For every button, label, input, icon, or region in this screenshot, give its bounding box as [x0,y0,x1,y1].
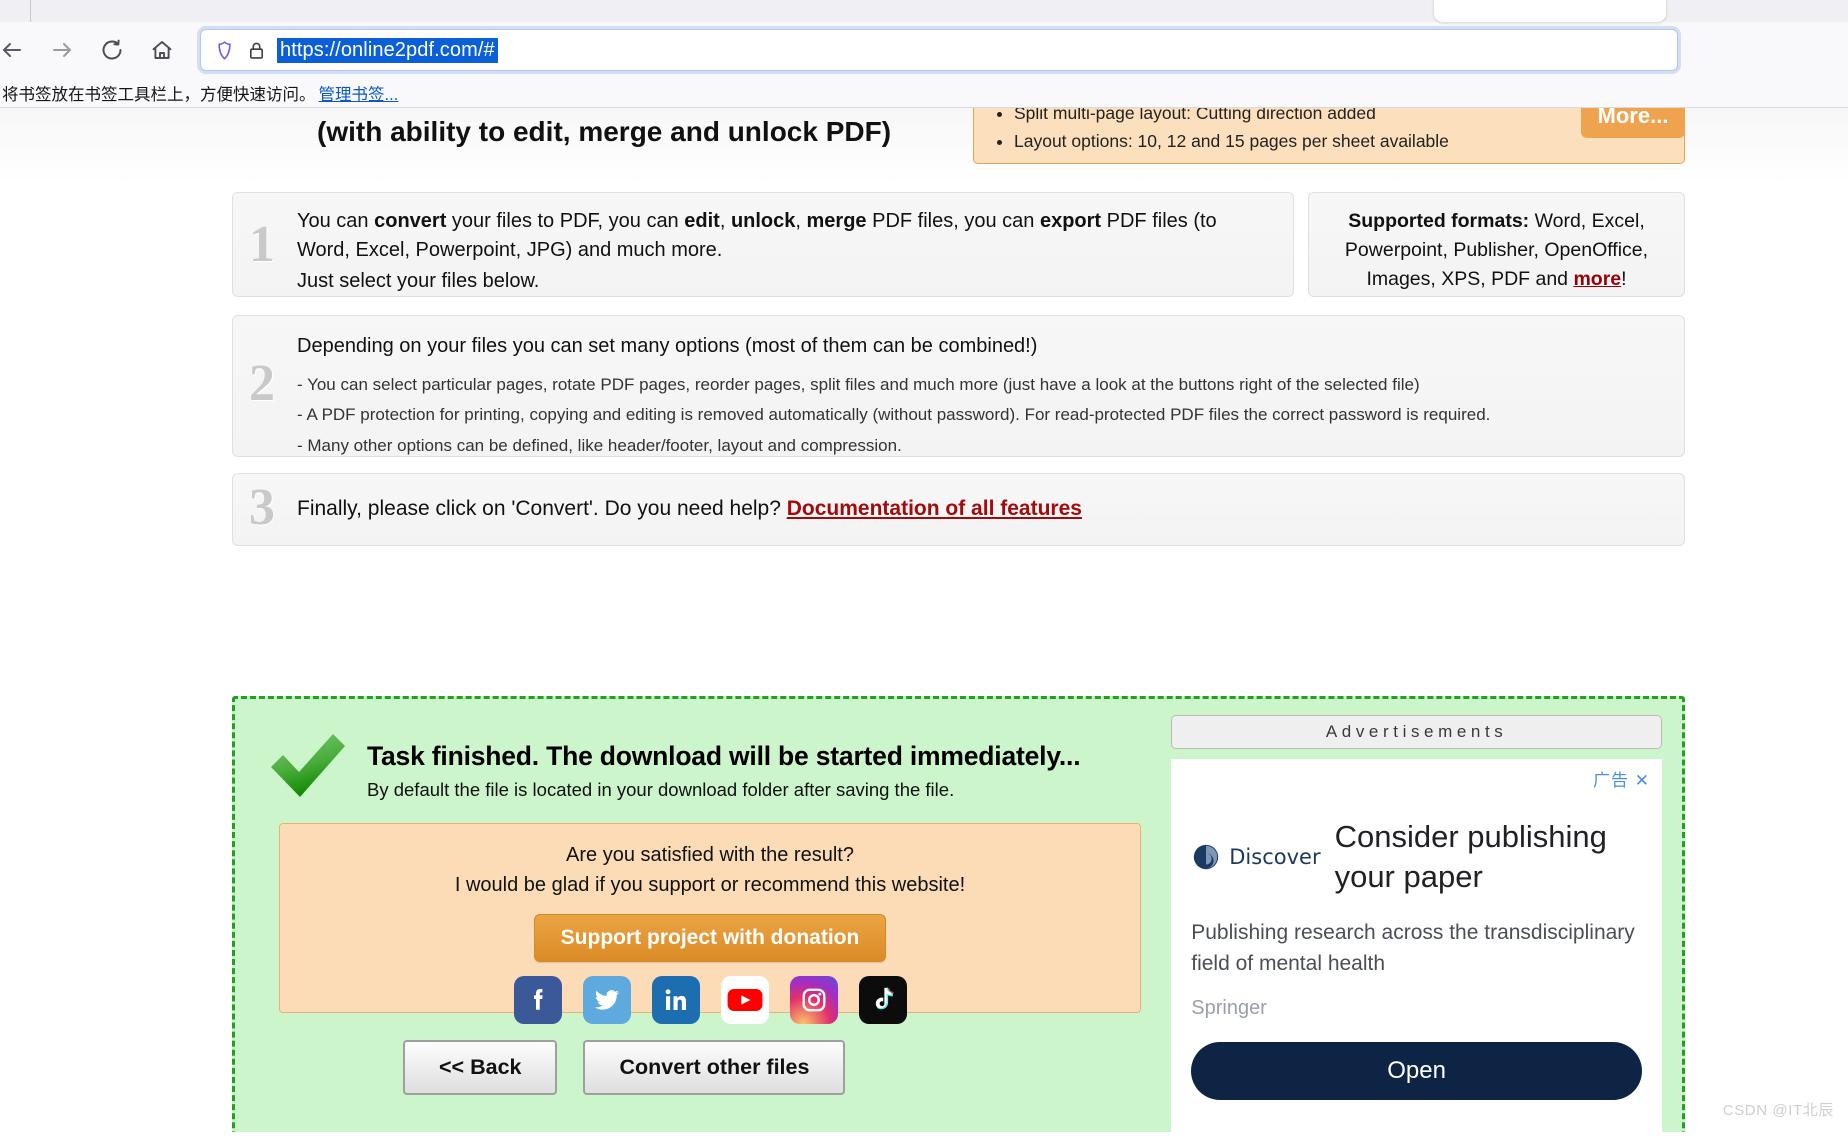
url-text[interactable]: https://online2pdf.com/# [277,37,498,63]
donation-question-2: I would be glad if you support or recomm… [454,874,966,896]
bookmark-note-text: 将书签放在书签工具栏上，方便快速访问。 [2,85,316,104]
step-3-number: 3 [249,479,275,536]
tab-divider [30,0,31,22]
browser-tab[interactable] [1434,0,1666,22]
watermark: CSDN @IT北辰 [1722,1102,1834,1119]
ad-open-button[interactable]: Open [1191,1042,1642,1101]
donation-question-1: Are you satisfied with the result? [566,844,854,866]
news-item: Split multi-page layout: Cutting directi… [1014,108,1668,127]
result-left-column: Task finished. The download will be star… [255,715,1143,1132]
step-2-bullet: - You can select particular pages, rotat… [297,375,1420,394]
forward-arrow-icon [53,43,71,57]
step-2-box: 2 Depending on your files you can set ma… [232,315,1685,457]
news-item: Layout options: 10, 12 and 15 pages per … [1014,127,1668,155]
result-button-row: << Back Convert other files [403,1040,846,1095]
support-donation-button[interactable]: Support project with donation [533,914,887,962]
page-title: (with ability to edit, merge and unlock … [317,116,892,147]
s1-unlock: unlock [730,210,796,232]
linkedin-icon[interactable] [651,976,700,1024]
reload-button[interactable] [92,30,132,70]
s1g: , [795,210,807,232]
documentation-link[interactable]: Documentation of all features [787,497,1082,520]
ad-label-chinese: 广告 [1593,771,1630,790]
step-2-title: Depending on your files you can set many… [297,335,1038,357]
news-more-button[interactable]: More... [1581,108,1685,138]
task-finished-header: Task finished. The download will be star… [255,715,1143,803]
shield-icon[interactable] [213,39,236,62]
s1e: , [719,210,731,232]
ad-close-control[interactable]: 广告 ✕ [1593,766,1650,791]
ad-advertiser: Springer [1191,997,1267,1020]
step-1-text: You can convert your files to PDF, you c… [297,207,1275,265]
task-finished-subtitle: By default the file is located in your d… [367,779,955,800]
advertisements-label: Advertisements [1171,715,1662,749]
home-icon [152,41,172,59]
tab-strip [0,0,1848,22]
step-2-number: 2 [249,355,275,412]
advertisement-card[interactable]: 广告 ✕ Discover Consider publishing your p… [1171,759,1662,1132]
step-2-bullet: - Many other options can be defined, lik… [297,435,902,455]
youtube-icon[interactable] [720,976,769,1024]
web-page-content: (with ability to edit, merge and unlock … [0,108,1848,1132]
formats-bang: ! [1621,267,1627,290]
supported-formats-label: Supported formats: [1348,210,1530,232]
ad-brand: Discover [1191,842,1321,872]
advertisement-column: Advertisements 广告 ✕ Discover Consider pu… [1171,715,1662,1132]
reload-icon [102,39,122,60]
forward-button[interactable] [42,30,82,70]
more-formats-link[interactable]: more [1573,268,1621,290]
s1-export: export [1039,210,1102,232]
s1-edit: edit [684,210,720,232]
step-1-number: 1 [249,215,275,273]
s1-merge: merge [806,210,867,232]
task-finished-panel: Task finished. The download will be star… [232,696,1685,1132]
instagram-icon[interactable] [789,976,838,1024]
navigation-toolbar: https://online2pdf.com/# [0,22,1848,78]
step-3-box: 3 Finally, please click on 'Convert'. Do… [232,473,1685,546]
s1i: PDF files, you can [866,210,1040,232]
page-top-strip: (with ability to edit, merge and unlock … [0,108,1848,184]
s1c: your files to PDF, you can [446,210,685,232]
lock-icon[interactable] [246,40,267,61]
s1-convert: convert [374,210,447,232]
donation-box: Are you satisfied with the result? I wou… [279,823,1141,1024]
home-button[interactable] [142,30,182,70]
back-button[interactable] [0,30,32,70]
news-banner: Split multi-page layout: Cutting directi… [973,108,1685,164]
step-2-bullet: - A PDF protection for printing, copying… [297,405,1491,425]
facebook-icon[interactable] [513,976,562,1024]
address-bar[interactable]: https://online2pdf.com/# [200,29,1678,71]
convert-other-files-button[interactable]: Convert other files [583,1040,846,1095]
step-1-box: 1 You can convert your files to PDF, you… [232,192,1294,297]
back-arrow-icon [3,43,21,57]
back-button-page[interactable]: << Back [403,1040,558,1095]
twitter-icon[interactable] [582,976,631,1024]
ad-brand-name: Discover [1229,844,1321,869]
close-x-icon[interactable]: ✕ [1635,771,1650,790]
step-3-text: Finally, please click on 'Convert'. Do y… [297,497,787,520]
discover-swirl-icon [1194,844,1219,869]
bookmark-notification-bar: 将书签放在书签工具栏上，方便快速访问。 管理书签... [0,78,1848,108]
social-links [280,976,1140,1024]
task-finished-title: Task finished. The download will be star… [367,741,1081,771]
manage-bookmarks-link[interactable]: 管理书签... [319,81,399,105]
ad-body-text: Publishing research across the transdisc… [1191,921,1635,975]
page-left-gutter [0,108,38,1132]
s1a: You can [297,210,375,232]
tiktok-icon[interactable] [858,976,907,1024]
ad-headline: Consider publishing your paper [1334,819,1607,894]
supported-formats-box: Supported formats: Word, Excel, Powerpoi… [1308,192,1685,297]
green-check-icon [263,727,349,803]
browser-chrome: https://online2pdf.com/# 将书签放在书签工具栏上，方便快… [0,0,1848,108]
step-1-line2: Just select your files below. [297,270,540,292]
